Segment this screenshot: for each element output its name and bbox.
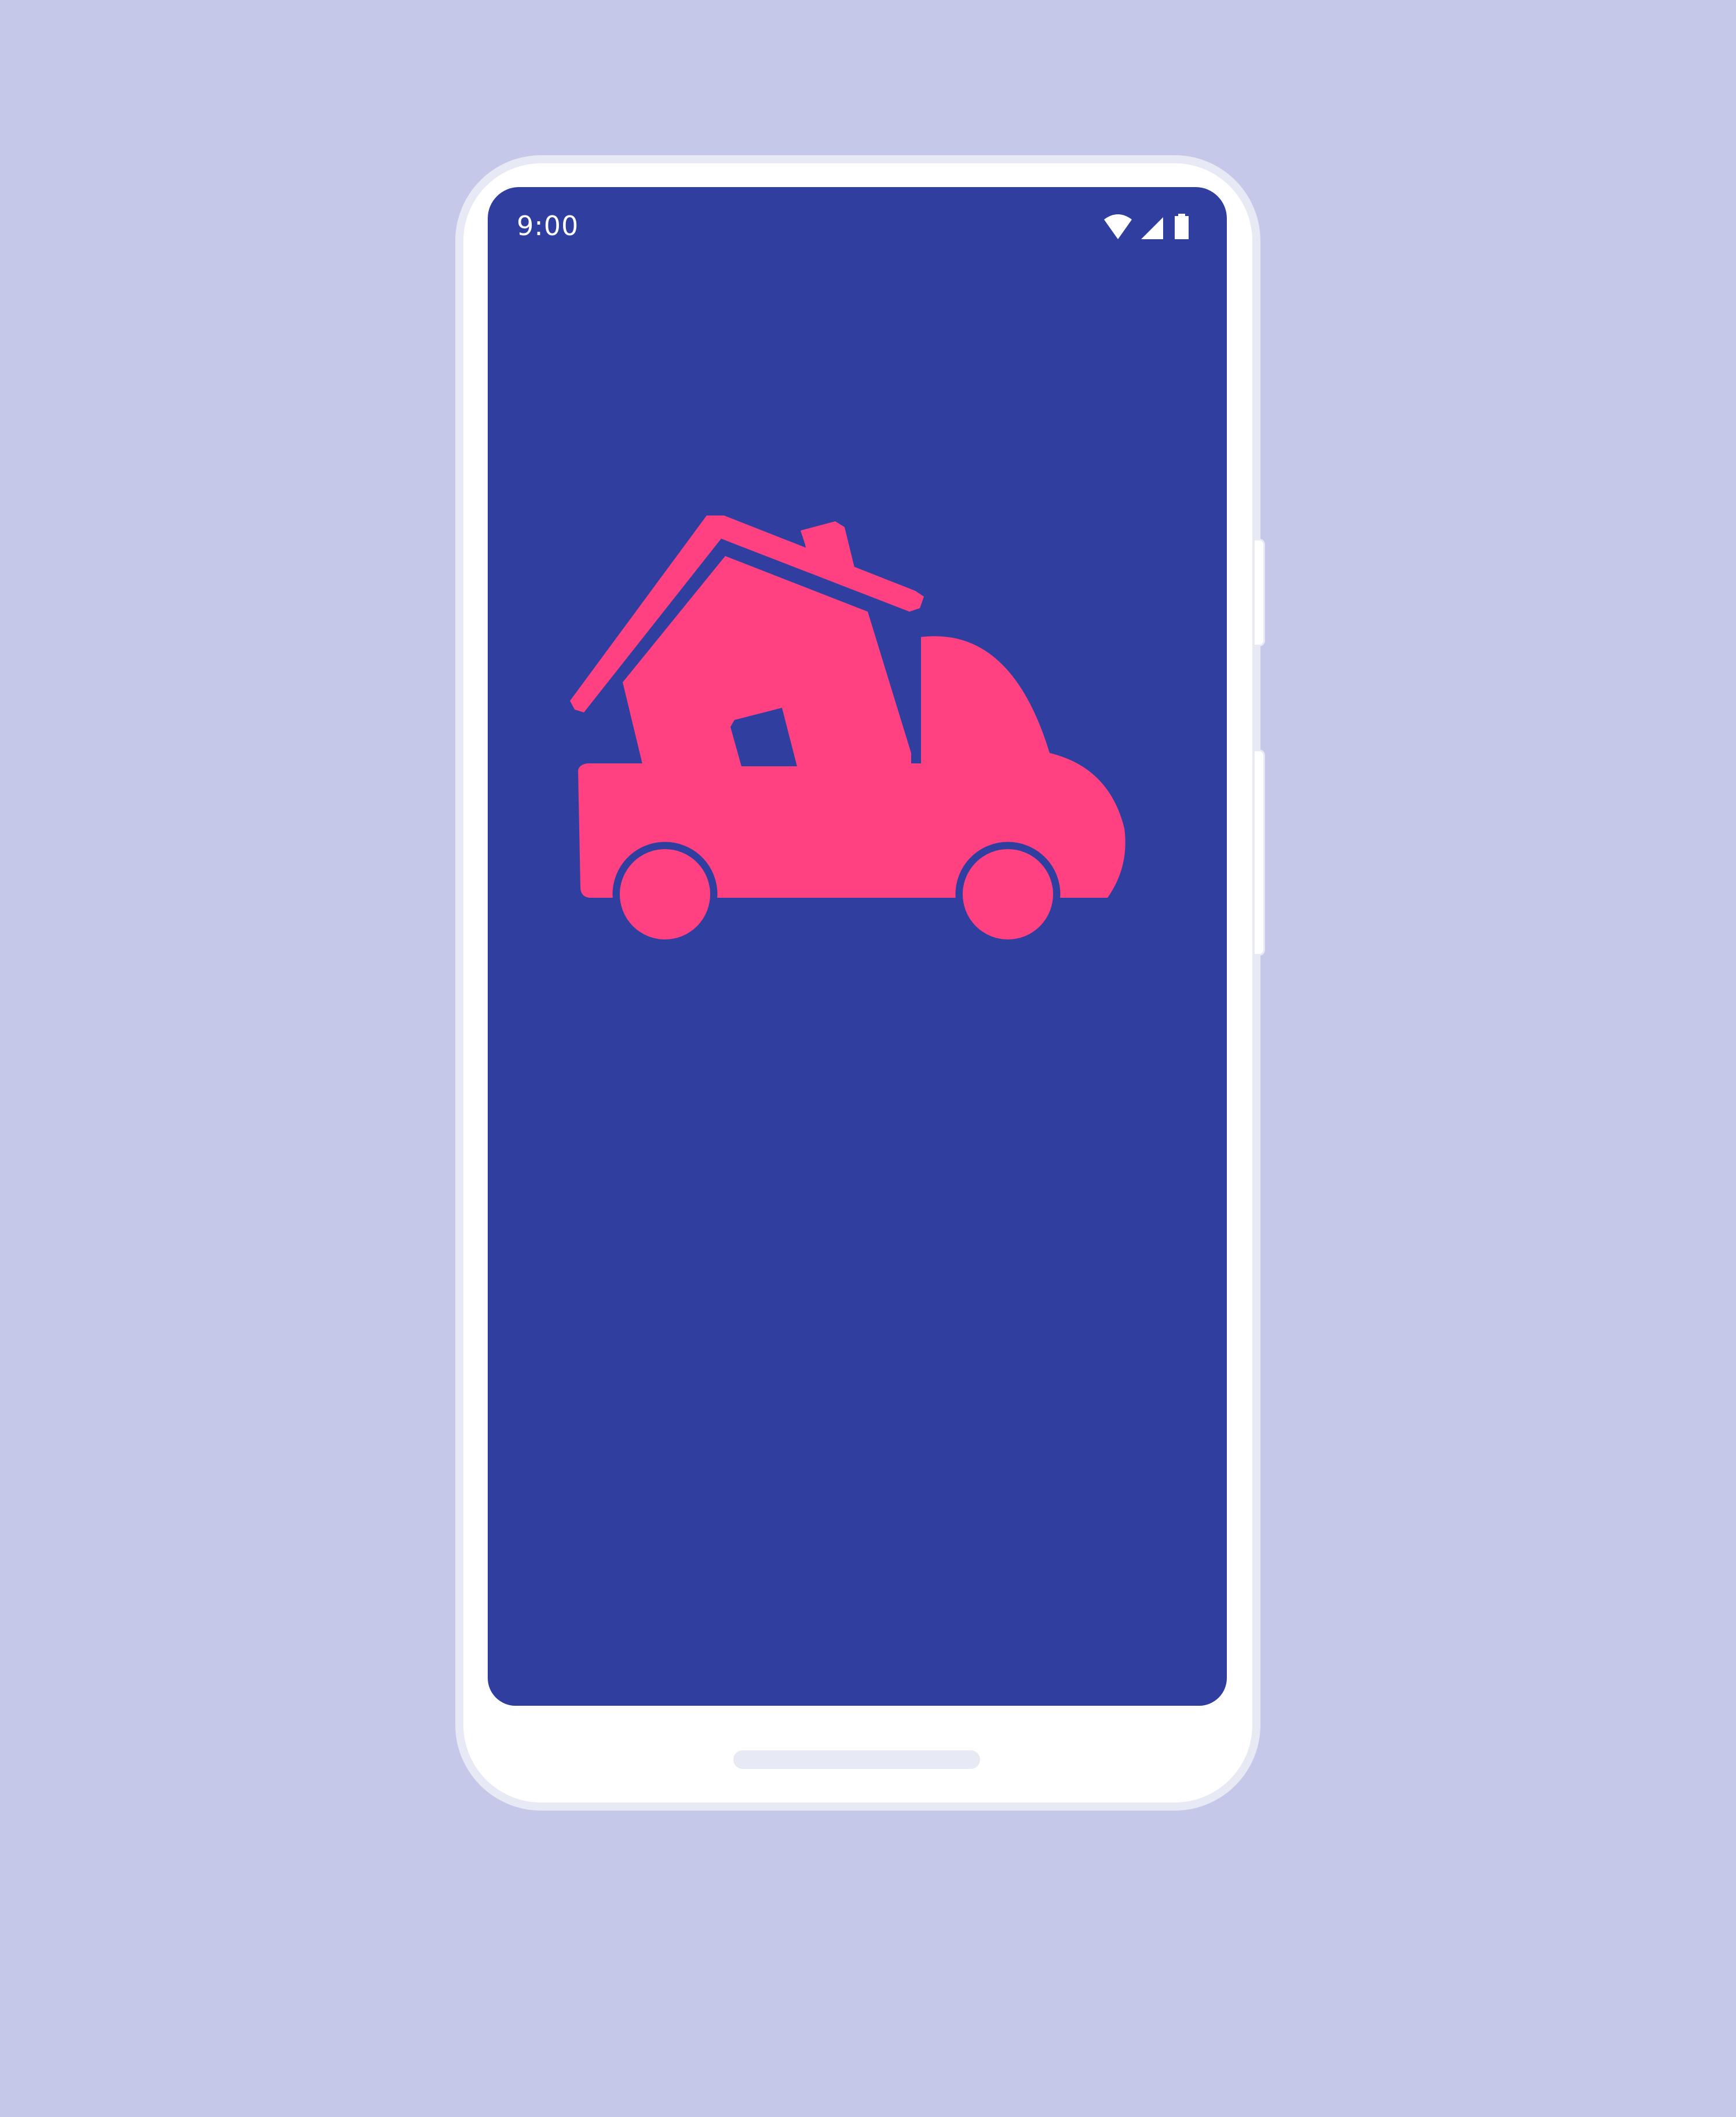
home-indicator[interactable] <box>733 1750 980 1769</box>
power-button <box>1255 749 1265 956</box>
status-time: 9:00 <box>517 210 579 242</box>
status-icons <box>1104 214 1189 239</box>
status-bar: 9:00 <box>488 187 1227 268</box>
cellular-signal-icon <box>1141 217 1163 239</box>
cab-door-gap <box>911 637 921 763</box>
volume-button <box>1255 539 1265 646</box>
battery-icon <box>1175 214 1189 239</box>
rear-wheel <box>612 842 718 947</box>
front-wheel <box>955 842 1061 947</box>
wifi-icon <box>1104 214 1132 239</box>
moving-truck-with-house-icon <box>570 515 1125 947</box>
